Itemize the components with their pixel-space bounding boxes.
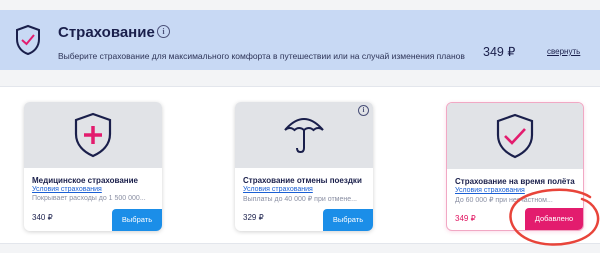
insurance-terms-link[interactable]: Условия страхования xyxy=(243,186,313,193)
card-price: 329 ₽ xyxy=(243,213,264,222)
card-image: i xyxy=(235,102,373,168)
select-button[interactable]: Выбрать xyxy=(112,209,162,231)
card-image xyxy=(24,102,162,168)
card-description: Покрывает расходы до 1 500 000... xyxy=(32,195,146,202)
header-price: 349 ₽ xyxy=(483,45,516,59)
insurance-card-flight: Страхование на время полёта Условия стра… xyxy=(446,102,584,231)
info-icon[interactable]: i xyxy=(358,105,369,116)
info-icon[interactable]: i xyxy=(157,25,170,38)
insurance-terms-link[interactable]: Условия страхования xyxy=(32,186,102,193)
card-price: 340 ₽ xyxy=(32,213,53,222)
card-description: Выплаты до 40 000 ₽ при отмене... xyxy=(243,196,357,203)
card-image xyxy=(447,103,583,169)
umbrella-icon xyxy=(284,118,324,154)
card-title: Страхование на время полёта xyxy=(455,177,575,186)
select-button[interactable]: Выбрать xyxy=(323,209,373,231)
added-button[interactable]: Добавлено xyxy=(525,208,583,230)
checkmark-shield-icon xyxy=(496,113,534,159)
insurance-terms-link[interactable]: Условия страхования xyxy=(455,187,525,194)
insurance-header: Страхование i Выберите страхование для м… xyxy=(0,10,600,70)
card-price: 349 ₽ xyxy=(455,214,476,223)
shield-check-icon xyxy=(16,24,40,56)
header-title: Страхование xyxy=(58,24,155,41)
insurance-card-medical: Медицинское страхование Условия страхова… xyxy=(24,102,162,231)
card-description: До 60 000 ₽ при несчастном... xyxy=(455,197,553,204)
card-title: Страхование отмены поездки xyxy=(243,176,362,185)
collapse-link[interactable]: свернуть xyxy=(547,47,580,56)
insurance-page: Страхование i Выберите страхование для м… xyxy=(0,0,600,253)
insurance-card-trip-cancel: i Страхование отмены поездки Условия стр… xyxy=(235,102,373,231)
card-title: Медицинское страхование xyxy=(32,176,138,185)
header-subtitle: Выберите страхование для максимального к… xyxy=(58,51,465,61)
medical-shield-icon xyxy=(74,112,112,158)
